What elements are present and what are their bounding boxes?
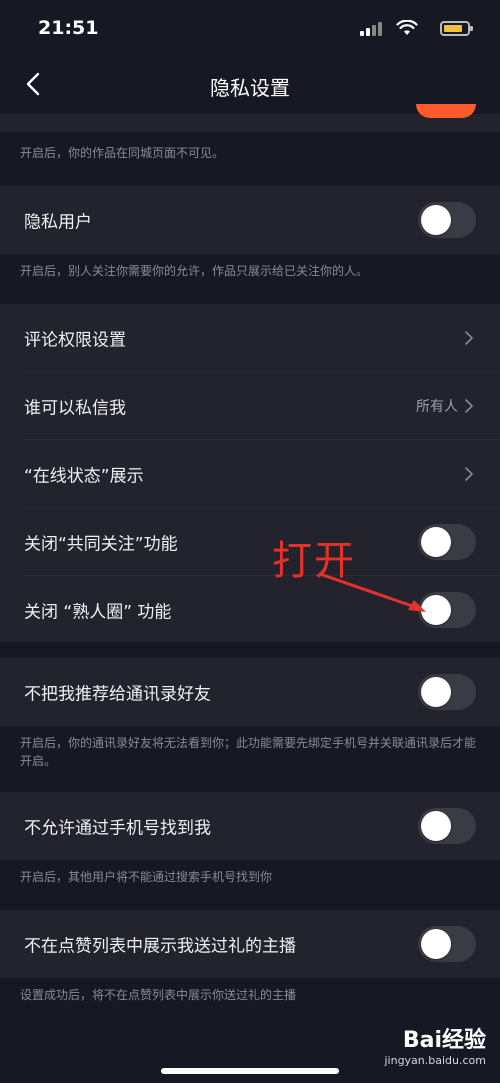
no-recommend-contacts-label: 不把我推荐给通讯录好友: [24, 684, 211, 705]
hide-gift-likes-label: 不在点赞列表中展示我送过礼的主播: [24, 936, 296, 957]
hide-gift-likes-toggle[interactable]: [418, 926, 476, 962]
private-user-label: 隐私用户: [24, 212, 92, 233]
online-status-label: “在线状态”展示: [24, 466, 144, 487]
no-recommend-contacts-toggle[interactable]: [418, 674, 476, 710]
mutual-follow-label: 关闭“共同关注”功能: [24, 534, 178, 555]
find-by-phone-card: 不允许通过手机号找到我: [0, 792, 500, 860]
battery-icon: [440, 21, 473, 36]
watermark-logo: Bai经验: [402, 1028, 486, 1053]
toggle-knob: [421, 929, 451, 959]
recommend-contacts-card: 不把我推荐给通讯录好友: [0, 658, 500, 726]
toggle-knob: [421, 811, 451, 841]
no-recommend-contacts-row: 不把我推荐给通讯录好友: [0, 658, 500, 726]
who-can-message-value: 所有人: [416, 399, 458, 415]
who-can-message-row[interactable]: 谁可以私信我 所有人: [0, 372, 500, 440]
gift-likes-card: 不在点赞列表中展示我送过礼的主播: [0, 910, 500, 978]
same-city-description: 开启后，你的作品在同城页面不可见。: [20, 146, 225, 160]
signal-icon: [360, 22, 382, 36]
same-city-toggle[interactable]: [416, 104, 476, 118]
private-user-card: 隐私用户: [0, 186, 500, 254]
annotation-arrow-icon: [318, 572, 426, 612]
page-title: 隐私设置: [210, 76, 290, 100]
private-user-description: 开启后，别人关注你需要你的允许，作品只展示给已关注你的人。: [20, 264, 369, 278]
private-user-row: 隐私用户: [0, 186, 500, 254]
home-indicator: [161, 1068, 339, 1074]
no-find-by-phone-label: 不允许通过手机号找到我: [24, 818, 211, 839]
online-status-row[interactable]: “在线状态”展示: [0, 440, 500, 508]
chevron-right-icon: [465, 331, 474, 345]
private-user-toggle[interactable]: [418, 202, 476, 238]
status-bar: 21:51: [0, 0, 500, 56]
who-can-message-label: 谁可以私信我: [24, 398, 126, 419]
status-time: 21:51: [38, 17, 99, 39]
chevron-right-icon: [465, 467, 474, 481]
same-city-card: [0, 104, 500, 132]
hide-gift-likes-description: 设置成功后，将不在点赞列表中展示你送过礼的主播: [20, 988, 297, 1002]
hide-gift-likes-row: 不在点赞列表中展示我送过礼的主播: [0, 910, 500, 978]
toggle-knob: [421, 677, 451, 707]
toggle-knob: [421, 205, 451, 235]
no-find-by-phone-row: 不允许通过手机号找到我: [0, 792, 500, 860]
chevron-right-icon: [465, 399, 474, 413]
watermark-url: jingyan.baidu.com: [384, 1054, 486, 1067]
watermark: Bai经验 jingyan.baidu.com: [384, 1022, 486, 1067]
acquaintance-label: 关闭 “熟人圈” 功能: [24, 602, 172, 623]
status-icons: [350, 20, 473, 38]
mutual-follow-toggle[interactable]: [418, 524, 476, 560]
no-find-by-phone-description: 开启后，其他用户将不能通过搜索手机号找到你: [20, 870, 273, 884]
no-recommend-contacts-description: 开启后，你的通讯录好友将无法看到你；此功能需要先绑定手机号并关联通讯录后才能开启…: [20, 736, 477, 768]
comment-permission-label: 评论权限设置: [24, 330, 126, 351]
toggle-knob: [421, 527, 451, 557]
comment-permission-row[interactable]: 评论权限设置: [0, 304, 500, 372]
wifi-icon: [396, 20, 418, 35]
no-find-by-phone-toggle[interactable]: [418, 808, 476, 844]
